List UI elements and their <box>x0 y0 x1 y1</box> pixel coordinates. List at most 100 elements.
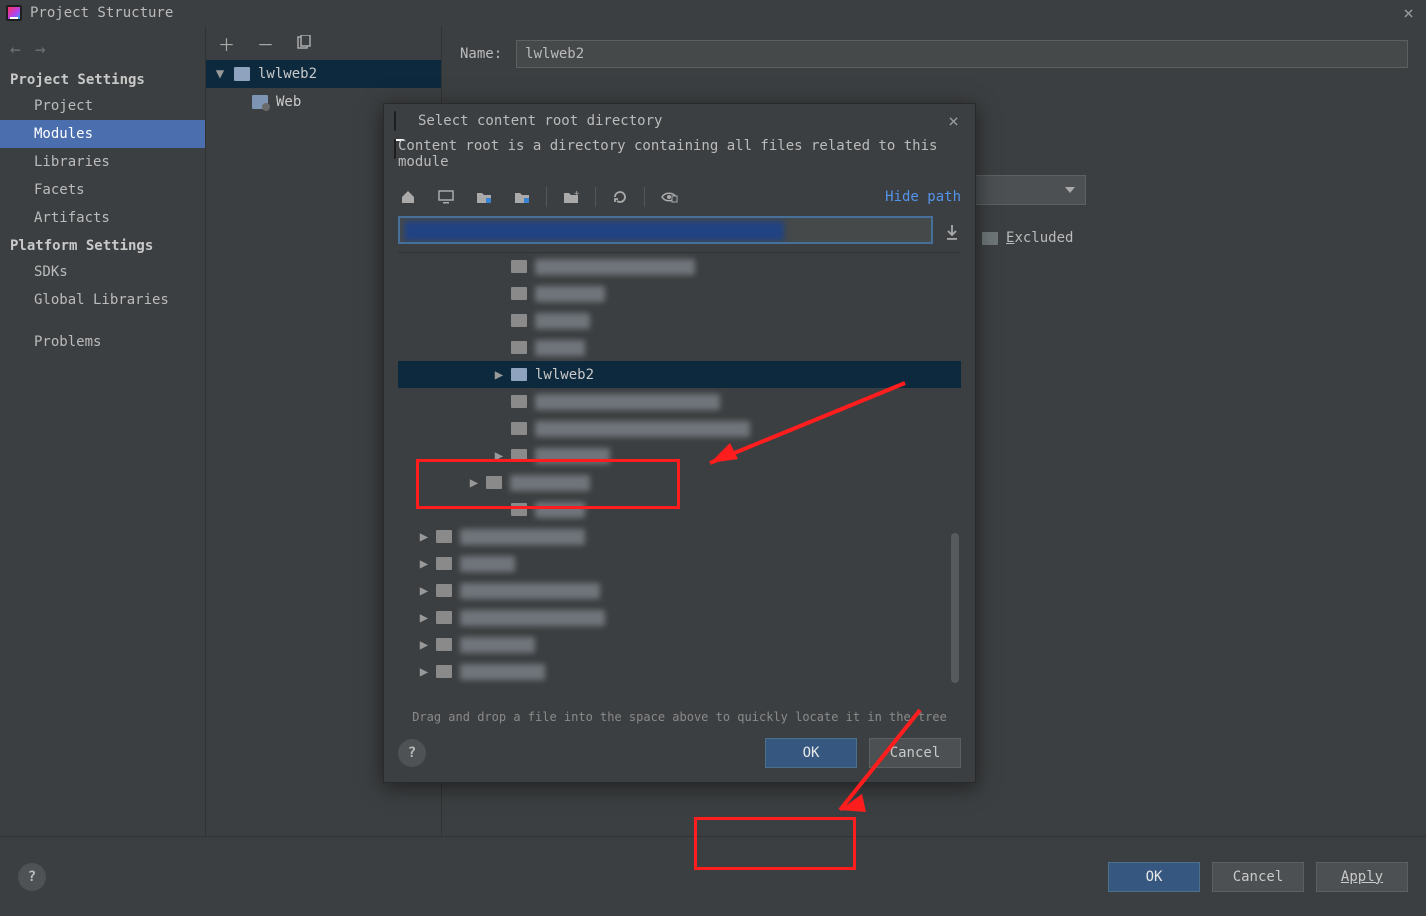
file-tree-scrollbar[interactable] <box>951 533 959 683</box>
expand-icon[interactable]: ▶ <box>493 367 505 383</box>
expand-icon[interactable]: ▶ <box>418 637 430 653</box>
redacted-label <box>460 529 585 545</box>
folder-icon <box>436 665 452 678</box>
excluded-folder-row[interactable]: Excluded <box>982 230 1073 246</box>
refresh-icon[interactable] <box>610 188 630 206</box>
help-button[interactable]: ? <box>18 863 46 891</box>
module-name-input[interactable] <box>516 40 1408 68</box>
tree-row[interactable] <box>398 253 961 280</box>
tree-row[interactable]: ▶ <box>398 631 961 658</box>
redacted-label <box>460 637 535 653</box>
annotation-arrow-folder <box>680 373 920 483</box>
modal-titlebar: Select content root directory × <box>384 104 975 138</box>
platform-settings-heading: Platform Settings <box>0 232 205 258</box>
name-label: Name: <box>460 46 502 62</box>
sidebar-item-sdks[interactable]: SDKs <box>0 258 205 286</box>
redacted-label <box>535 340 585 356</box>
expand-icon[interactable]: ▶ <box>418 610 430 626</box>
project-settings-heading: Project Settings <box>0 66 205 92</box>
tree-row[interactable]: ▶ <box>398 550 961 577</box>
show-hidden-icon[interactable] <box>659 188 679 206</box>
redacted-label <box>535 259 695 275</box>
annotation-highlight-folder <box>416 459 680 509</box>
sidebar-item-modules[interactable]: Modules <box>0 120 205 148</box>
path-input-row <box>384 216 975 252</box>
module-dir-icon[interactable] <box>512 188 532 206</box>
folder-icon <box>511 341 527 354</box>
nav-history: ← → <box>0 32 205 66</box>
close-icon[interactable]: × <box>1397 3 1420 24</box>
desktop-icon[interactable] <box>436 188 456 206</box>
module-root-row[interactable]: ▼ lwlweb2 <box>206 60 441 88</box>
redacted-label <box>460 556 515 572</box>
folder-icon <box>511 287 527 300</box>
new-folder-icon[interactable]: + <box>561 188 581 206</box>
annotation-arrow-ok <box>820 700 940 830</box>
sidebar-item-libraries[interactable]: Libraries <box>0 148 205 176</box>
folder-label: lwlweb2 <box>535 367 594 383</box>
module-tree-toolbar: ＋ － <box>206 26 441 60</box>
apply-button[interactable]: Apply <box>1316 862 1408 892</box>
nav-back-icon[interactable]: ← <box>10 39 21 60</box>
expand-icon[interactable]: ▶ <box>418 529 430 545</box>
tree-row[interactable]: ▶ <box>398 523 961 550</box>
sidebar-item-problems[interactable]: Problems <box>0 328 205 356</box>
sidebar-item-facets[interactable]: Facets <box>0 176 205 204</box>
nav-forward-icon[interactable]: → <box>35 39 46 60</box>
intellij-icon <box>6 5 22 21</box>
tree-row[interactable] <box>398 334 961 361</box>
window-title: Project Structure <box>30 5 173 21</box>
expand-icon[interactable]: ▶ <box>418 583 430 599</box>
intellij-icon <box>394 113 410 129</box>
module-name-field: Name: <box>460 40 1408 68</box>
copy-module-icon[interactable] <box>296 35 312 51</box>
modal-close-icon[interactable]: × <box>942 111 965 132</box>
add-module-icon[interactable]: ＋ <box>218 31 235 56</box>
hide-path-link[interactable]: Hide path <box>885 189 961 205</box>
project-dir-icon[interactable] <box>474 188 494 206</box>
folder-icon <box>436 584 452 597</box>
ok-button[interactable]: OK <box>1108 862 1200 892</box>
expand-icon[interactable]: ▼ <box>214 66 226 82</box>
tree-row[interactable]: ▶ <box>398 577 961 604</box>
tree-row[interactable] <box>398 280 961 307</box>
module-root-label: lwlweb2 <box>258 66 317 82</box>
folder-icon <box>511 314 527 327</box>
svg-text:+: + <box>574 190 579 199</box>
remove-module-icon[interactable]: － <box>257 31 274 56</box>
folder-icon <box>436 530 452 543</box>
settings-sidebar: ← → Project Settings Project Modules Lib… <box>0 26 206 836</box>
redacted-label <box>460 610 605 626</box>
cancel-button[interactable]: Cancel <box>1212 862 1304 892</box>
redacted-label <box>460 664 545 680</box>
home-icon[interactable] <box>398 188 418 206</box>
tree-row[interactable] <box>398 307 961 334</box>
modal-toolbar: + Hide path <box>384 178 975 216</box>
excluded-folder-icon <box>982 232 998 245</box>
folder-icon <box>436 611 452 624</box>
sidebar-item-project[interactable]: Project <box>0 92 205 120</box>
chevron-down-icon <box>1065 187 1075 193</box>
module-folder-icon <box>234 67 250 81</box>
path-input[interactable] <box>398 216 933 244</box>
folder-icon <box>436 638 452 651</box>
window-titlebar: Project Structure × <box>0 0 1426 26</box>
redacted-label <box>535 313 590 329</box>
folder-icon <box>511 260 527 273</box>
tree-row[interactable]: ▶ <box>398 658 961 685</box>
expand-icon[interactable]: ▶ <box>418 664 430 680</box>
modal-subtitle: Content root is a directory containing a… <box>384 138 975 178</box>
excluded-label: Excluded <box>1006 230 1073 246</box>
folder-icon <box>511 368 527 381</box>
module-child-label: Web <box>276 94 301 110</box>
tree-row[interactable]: ▶ <box>398 604 961 631</box>
sidebar-item-global-libraries[interactable]: Global Libraries <box>0 286 205 314</box>
redacted-label <box>460 583 600 599</box>
web-facet-icon <box>252 95 268 109</box>
folder-icon <box>511 422 527 435</box>
expand-icon[interactable]: ▶ <box>418 556 430 572</box>
sidebar-item-artifacts[interactable]: Artifacts <box>0 204 205 232</box>
folder-icon <box>436 557 452 570</box>
modal-help-button[interactable]: ? <box>398 739 426 767</box>
scroll-to-selection-icon[interactable] <box>943 219 961 241</box>
